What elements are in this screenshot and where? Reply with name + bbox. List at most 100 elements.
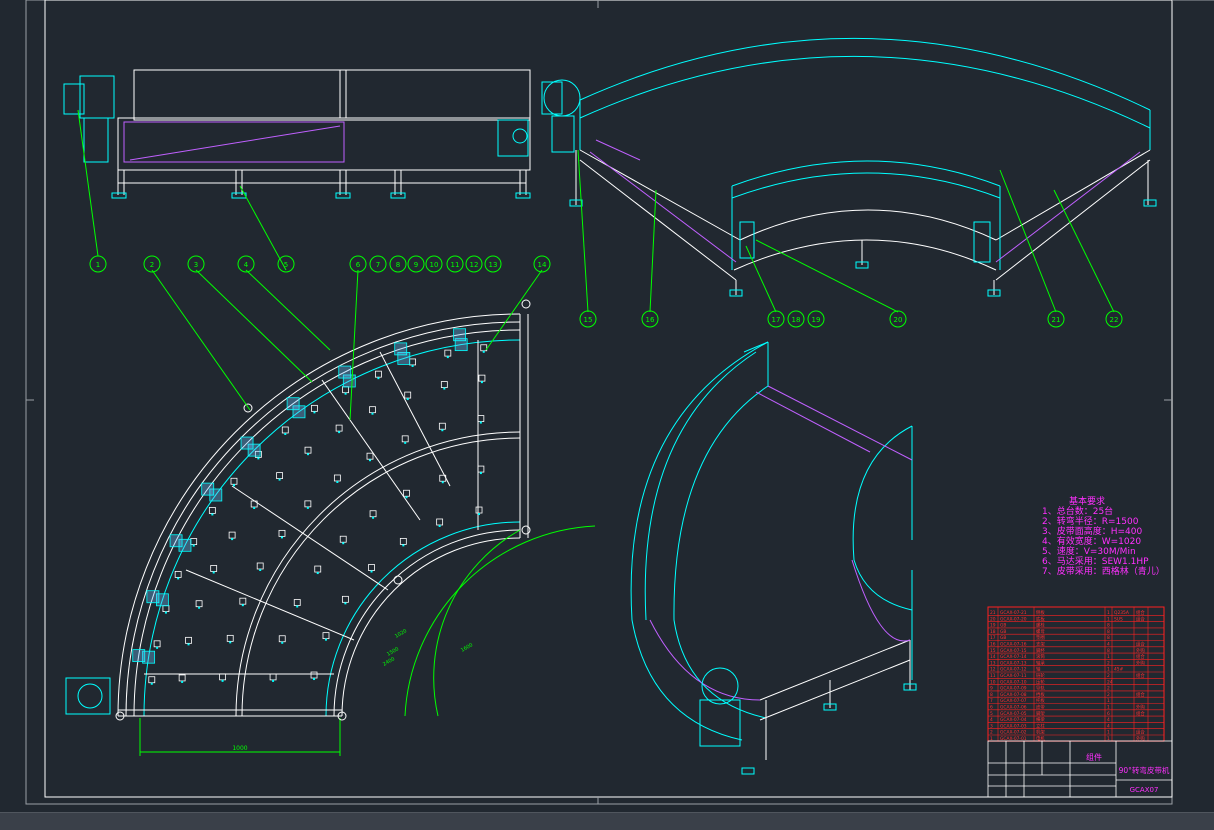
module-marker xyxy=(313,411,316,414)
bom-cell: 组合 xyxy=(1136,672,1145,679)
bom-cell: GCAX-07-10 xyxy=(1000,679,1027,685)
belt-module xyxy=(440,381,448,388)
bom-cell: 螺母 xyxy=(1036,628,1045,635)
belt-module xyxy=(333,474,341,482)
belt-module xyxy=(404,391,412,399)
module-marker xyxy=(229,641,232,644)
bom-cell: 19 xyxy=(990,623,996,629)
module-marker xyxy=(296,605,299,608)
callout-bubble[interactable]: 14 xyxy=(533,255,551,273)
callout-bubble[interactable]: 3 xyxy=(187,255,205,273)
bom-cell: GB xyxy=(1000,635,1006,641)
callout-bubble[interactable]: 7 xyxy=(369,255,387,273)
belt-module xyxy=(310,671,318,679)
note-item: 3、皮带面高度：H=400 xyxy=(1042,527,1143,537)
drawing-svg[interactable]: 1 2 3 4 5 6 7 8 9 10 11 12 13 1415 16 17 18 19 20 21 22 21 GC… xyxy=(0,0,1214,812)
callout-bubble[interactable]: 2 xyxy=(143,255,161,273)
callout-bubble[interactable]: 16 xyxy=(641,310,659,328)
bom-cell: 挡板 xyxy=(1036,691,1045,698)
module-marker xyxy=(404,441,407,444)
belt-module xyxy=(368,564,375,571)
module-marker xyxy=(306,506,309,509)
isometric-view-bottom[interactable] xyxy=(630,341,917,775)
callout-label: 2 xyxy=(150,261,154,269)
callout-label: 1 xyxy=(96,261,100,269)
bom-table[interactable]: 21 GCAX-07-21 侧板 1 Q235A 组合20 GCAX-07-20 底板 1 SUS… xyxy=(987,606,1165,742)
callout-bubble[interactable]: 12 xyxy=(465,255,483,273)
bom-cell: GCAX-07-08 xyxy=(1000,692,1027,698)
belt-module xyxy=(228,531,236,539)
belt-module xyxy=(219,673,226,681)
bom-cell: GCAX-07-21 xyxy=(1000,610,1027,616)
callout-bubble[interactable]: 9 xyxy=(407,255,425,273)
module-marker xyxy=(324,638,327,641)
callout-bubbles[interactable]: 1 2 3 4 5 6 7 8 9 10 11 12 13 1415 16 17 18 19 20 21 22 xyxy=(89,255,1123,328)
bom-cell: 组合 xyxy=(1136,641,1145,648)
belt-module xyxy=(477,465,485,473)
belt-module xyxy=(375,370,382,378)
bom-cell: 4 xyxy=(1107,642,1110,648)
callout-label: 16 xyxy=(646,316,655,324)
isometric-view-top[interactable] xyxy=(541,37,1157,297)
belt-module xyxy=(436,518,444,526)
bom-cell: 组合 xyxy=(1136,710,1145,717)
bom-cell: Q235A xyxy=(1114,610,1129,616)
belt-module xyxy=(185,636,192,644)
callout-bubble[interactable]: 18 xyxy=(787,310,805,328)
belt-module xyxy=(174,571,182,578)
callout-bubble[interactable]: 6 xyxy=(349,255,367,273)
bom-cell: 8 xyxy=(1107,623,1110,629)
note-item: 5、速度：V=30M/Min xyxy=(1042,547,1136,557)
belt-module xyxy=(256,562,264,570)
callout-label: 4 xyxy=(244,261,249,269)
bom-cell: SUS xyxy=(1114,616,1123,622)
bom-cell: 脚杯 xyxy=(1036,647,1045,654)
belt-module xyxy=(314,565,322,573)
side-elevation-view[interactable] xyxy=(63,69,531,199)
callout-label: 3 xyxy=(194,261,198,269)
guide-block xyxy=(169,534,183,548)
module-marker xyxy=(177,577,180,580)
belt-module xyxy=(341,595,349,603)
callout-bubble[interactable]: 4 xyxy=(237,255,255,273)
bom-cell: GCAX-07-20 xyxy=(1000,616,1027,622)
belt-module xyxy=(444,349,452,357)
callout-bubble[interactable]: 13 xyxy=(484,255,502,273)
bom-cell: 支架 xyxy=(1036,641,1045,648)
bom-cell: 侧板 xyxy=(1036,609,1045,616)
callout-bubble[interactable]: 10 xyxy=(425,255,443,273)
bom-cell: GB xyxy=(1000,623,1006,629)
belt-module xyxy=(293,599,301,606)
callout-bubble[interactable]: 11 xyxy=(446,255,464,273)
guide-block xyxy=(394,342,408,356)
bom-cell: 3 xyxy=(990,723,993,729)
bom-cell: GCAX-07-15 xyxy=(1000,648,1027,654)
bom-cell: 7 xyxy=(990,698,993,704)
dim-width-label: 1000 xyxy=(232,745,247,752)
belt-module xyxy=(239,597,247,605)
callout-bubble[interactable]: 20 xyxy=(889,310,907,328)
module-marker xyxy=(156,646,159,649)
module-marker xyxy=(371,412,374,415)
callout-bubble[interactable]: 15 xyxy=(579,310,597,328)
callout-bubble[interactable]: 17 xyxy=(767,310,785,328)
callout-label: 9 xyxy=(414,261,418,269)
callout-bubble[interactable]: 22 xyxy=(1105,310,1123,328)
module-marker xyxy=(253,507,256,510)
module-marker xyxy=(232,484,235,487)
bom-cell: 2 xyxy=(1107,660,1110,666)
cad-drawing-canvas[interactable]: 1 2 3 4 5 6 7 8 9 10 11 12 13 14 15 16 17 18 19 20 21 22 21 GC… xyxy=(0,0,1214,812)
belt-module xyxy=(281,426,289,434)
callout-bubble[interactable]: 1 xyxy=(89,255,107,273)
bom-cell: 脚架 xyxy=(1036,710,1045,717)
module-marker xyxy=(212,571,215,574)
callout-bubble[interactable]: 21 xyxy=(1047,310,1065,328)
bom-cell: 组合 xyxy=(1136,615,1145,622)
callout-bubble[interactable]: 19 xyxy=(807,310,825,328)
callout-bubble[interactable]: 8 xyxy=(389,255,407,273)
bom-cell: 8 xyxy=(1107,635,1110,641)
belt-module xyxy=(230,477,238,485)
module-marker xyxy=(438,524,441,527)
guide-block xyxy=(240,436,254,450)
plan-view[interactable] xyxy=(65,299,596,756)
